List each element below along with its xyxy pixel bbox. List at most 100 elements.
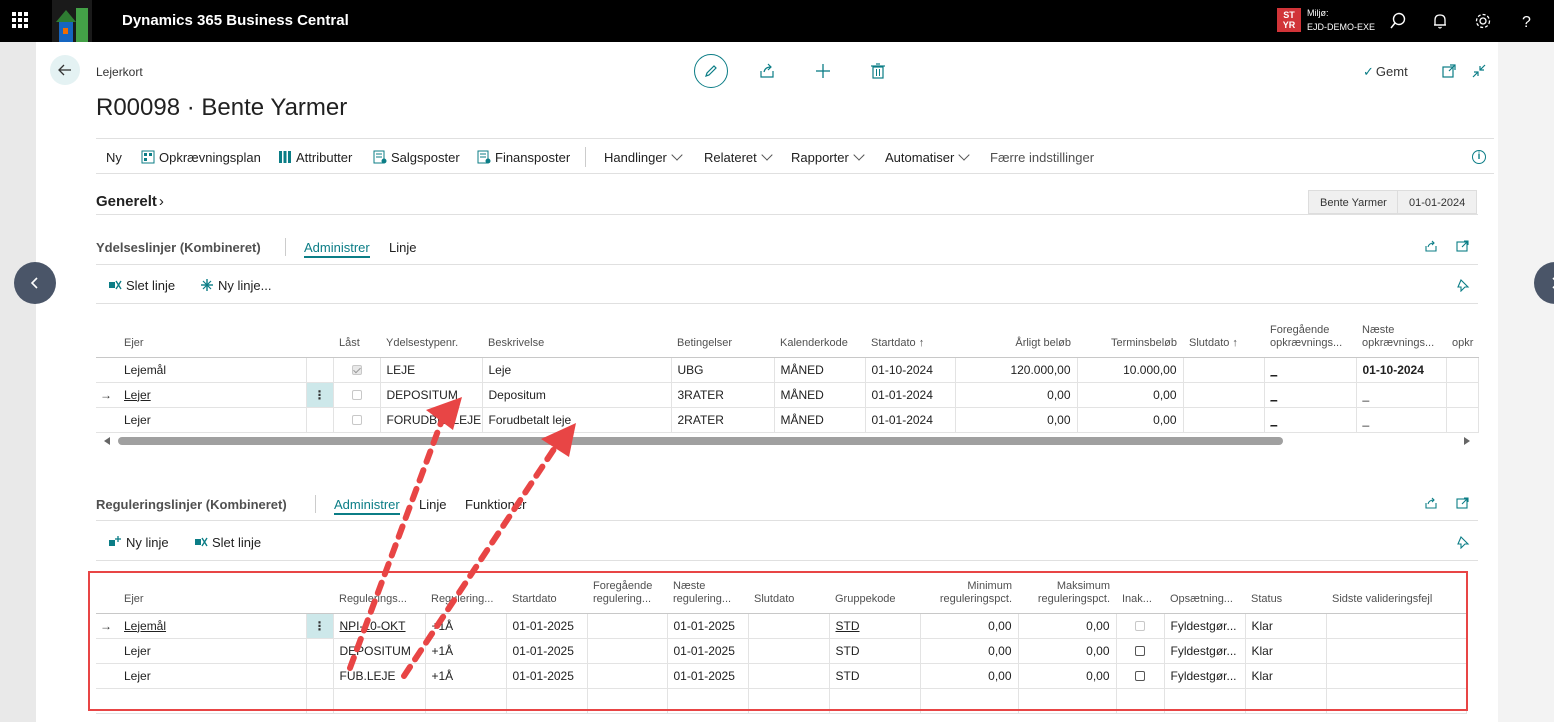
cell-end-date[interactable] <box>1183 382 1265 408</box>
col-start-date[interactable]: Startdato ↑ <box>865 318 955 358</box>
horizontal-scrollbar[interactable] <box>104 436 1470 446</box>
trash-icon[interactable] <box>869 62 887 80</box>
cell-calendar-code[interactable]: MÅNED <box>774 357 866 383</box>
table-row[interactable]: → Lejer ⋮ DEPOSITUM Depositum 3RATER MÅN… <box>96 382 1479 408</box>
cell-previous-billing[interactable]: _ <box>1264 407 1357 433</box>
delete-line-button[interactable]: Slet linje <box>108 278 175 293</box>
col-end-date[interactable]: Slutdato ↑ <box>1183 318 1264 358</box>
col-calendar-code[interactable]: Kalenderkode <box>774 318 865 358</box>
cell-terms[interactable]: UBG <box>671 357 775 383</box>
plus-icon[interactable] <box>814 62 832 80</box>
table-row[interactable]: Lejer FORUDBETLEJE Forudbetalt leje 2RAT… <box>96 407 1479 433</box>
gear-icon[interactable] <box>1473 11 1493 31</box>
col-description[interactable]: Beskrivelse <box>482 318 671 358</box>
expand-icon[interactable] <box>1456 239 1470 253</box>
related-menu[interactable]: Relateret <box>704 149 773 165</box>
cell-terms[interactable]: 2RATER <box>671 407 775 433</box>
sales-entries-button[interactable]: Salgsposter <box>373 150 460 165</box>
actions-menu[interactable]: Handlinger <box>604 149 683 165</box>
edit-button[interactable] <box>694 54 728 88</box>
cell-terms[interactable]: 3RATER <box>671 382 775 408</box>
cell-annual-amount[interactable]: 120.000,00 <box>955 357 1078 383</box>
cell-annual-amount[interactable]: 0,00 <box>955 407 1078 433</box>
col-next-billing[interactable]: Næste opkrævnings... <box>1356 318 1446 358</box>
open-new-window-icon[interactable] <box>1441 63 1457 79</box>
tab-manage[interactable]: Administrer <box>334 497 400 515</box>
new-line-button[interactable]: Ny linje <box>108 535 169 550</box>
cell-end-date[interactable] <box>1183 357 1265 383</box>
tab-manage[interactable]: Administrer <box>304 240 370 258</box>
col-annual-amount[interactable]: Årligt beløb <box>955 318 1077 358</box>
cell-description[interactable]: Leje <box>482 357 672 383</box>
cell-next-billing[interactable]: _ <box>1356 407 1447 433</box>
expand-icon[interactable] <box>1456 496 1470 510</box>
share-icon[interactable] <box>758 62 776 80</box>
locked-checkbox[interactable] <box>333 382 381 408</box>
cell-owner[interactable]: Lejer <box>118 407 307 433</box>
cell-start-date[interactable]: 01-01-2024 <box>865 407 956 433</box>
billing-plan-button[interactable]: Opkrævningsplan <box>141 150 261 165</box>
info-icon[interactable]: i <box>1472 150 1486 164</box>
reports-menu[interactable]: Rapporter <box>791 149 865 165</box>
col-previous-billing-line1: Foregående <box>1270 323 1330 336</box>
cell-owner[interactable]: Lejer <box>118 382 307 408</box>
cell-term-amount[interactable]: 0,00 <box>1077 382 1184 408</box>
back-button[interactable] <box>50 55 80 85</box>
general-section-title[interactable]: Generelt › <box>96 193 164 210</box>
col-service-type[interactable]: Ydelsestypenr. <box>380 318 482 358</box>
scroll-left-icon[interactable] <box>104 437 110 445</box>
locked-checkbox[interactable] <box>333 407 381 433</box>
cell-start-date[interactable]: 01-10-2024 <box>865 357 956 383</box>
col-locked[interactable]: Låst <box>333 318 380 358</box>
automate-menu[interactable]: Automatiser <box>885 149 971 165</box>
tab-functions[interactable]: Funktioner <box>465 497 526 512</box>
col-owner[interactable]: Ejer <box>118 318 306 358</box>
scrollbar-thumb[interactable] <box>118 437 1283 445</box>
collapse-icon[interactable] <box>1471 63 1487 79</box>
cell-service-type[interactable]: FORUDBETLEJE <box>380 407 483 433</box>
col-terms[interactable]: Betingelser <box>671 318 774 358</box>
cell-owner[interactable]: Lejemål <box>118 357 307 383</box>
tab-line[interactable]: Linje <box>389 240 416 255</box>
right-background <box>1498 42 1554 722</box>
cell-annual-amount[interactable]: 0,00 <box>955 382 1078 408</box>
pin-icon[interactable] <box>1456 278 1470 292</box>
cell-calendar-code[interactable]: MÅNED <box>774 382 866 408</box>
row-menu-icon[interactable]: ⋮ <box>306 382 334 408</box>
col-billing-truncated[interactable]: opkr <box>1446 318 1478 358</box>
cell-previous-billing[interactable]: _ <box>1264 357 1357 383</box>
col-term-amount[interactable]: Terminsbeløb <box>1077 318 1183 358</box>
cell-previous-billing[interactable]: _ <box>1264 382 1357 408</box>
attributes-button[interactable]: Attributter <box>278 150 352 165</box>
new-line-label: Ny linje... <box>218 278 272 293</box>
cell-end-date[interactable] <box>1183 407 1265 433</box>
cell-next-billing[interactable]: _ <box>1356 382 1447 408</box>
tab-line[interactable]: Linje <box>419 497 446 512</box>
cell-service-type[interactable]: DEPOSITUM <box>380 382 483 408</box>
cell-description[interactable]: Forudbetalt leje <box>482 407 672 433</box>
fewer-options-button[interactable]: Færre indstillinger <box>990 150 1094 165</box>
col-next-billing-line2: opkrævnings... <box>1362 336 1435 349</box>
cell-next-billing[interactable]: 01-10-2024 <box>1356 357 1447 383</box>
gl-entries-button[interactable]: Finansposter <box>477 150 570 165</box>
share-icon[interactable] <box>1424 496 1438 510</box>
table-row[interactable]: Lejemål LEJE Leje UBG MÅNED 01-10-2024 1… <box>96 357 1479 383</box>
share-icon[interactable] <box>1424 239 1438 253</box>
delete-line-button[interactable]: Slet linje <box>194 535 261 550</box>
cell-term-amount[interactable]: 0,00 <box>1077 407 1184 433</box>
previous-record-button[interactable] <box>14 262 56 304</box>
search-icon[interactable] <box>1388 11 1408 31</box>
new-line-button[interactable]: Ny linje... <box>200 278 271 293</box>
cell-description[interactable]: Depositum <box>482 382 672 408</box>
new-button[interactable]: Ny <box>106 150 122 165</box>
app-launcher-icon[interactable] <box>12 12 28 28</box>
cell-calendar-code[interactable]: MÅNED <box>774 407 866 433</box>
col-previous-billing[interactable]: Foregående opkrævnings... <box>1264 318 1356 358</box>
cell-term-amount[interactable]: 10.000,00 <box>1077 357 1184 383</box>
cell-start-date[interactable]: 01-01-2024 <box>865 382 956 408</box>
cell-service-type[interactable]: LEJE <box>380 357 483 383</box>
bell-icon[interactable] <box>1430 11 1450 31</box>
scroll-right-icon[interactable] <box>1464 437 1470 445</box>
pin-icon[interactable] <box>1456 535 1470 549</box>
help-icon[interactable]: ? <box>1517 11 1537 31</box>
